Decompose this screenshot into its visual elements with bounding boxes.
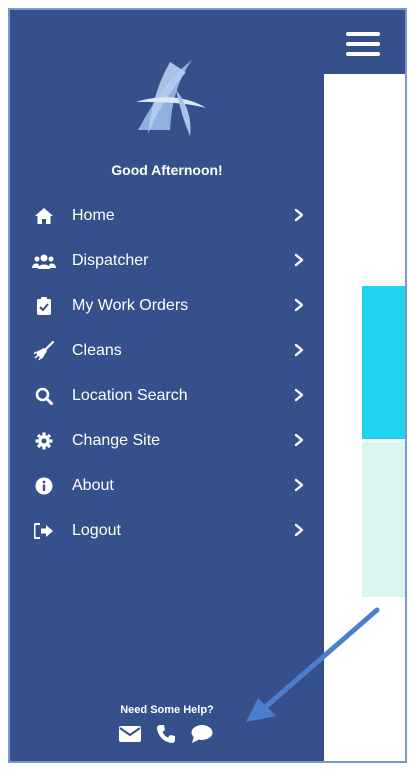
chevron-right-icon <box>294 298 304 312</box>
menu-item-home[interactable]: Home <box>10 193 324 238</box>
menu-item-label: Dispatcher <box>72 251 149 269</box>
menu-item-cleans[interactable]: Cleans <box>10 328 324 373</box>
menu-item-label: Change Site <box>72 431 161 449</box>
greeting-text: Good Afternoon! <box>111 162 223 178</box>
chevron-right-icon <box>294 388 304 402</box>
users-icon <box>32 251 56 271</box>
menu-item-label: Cleans <box>72 341 122 359</box>
navigation-drawer: Good Afternoon! Home Dispatcher My Work … <box>10 10 324 761</box>
chevron-right-icon <box>294 253 304 267</box>
main-content-peek <box>324 10 405 761</box>
chat-icon[interactable] <box>190 723 214 745</box>
search-icon <box>32 386 56 406</box>
menu-item-dispatcher[interactable]: Dispatcher <box>10 238 324 283</box>
content-card <box>362 286 405 439</box>
menu-item-label: My Work Orders <box>72 296 189 314</box>
chevron-right-icon <box>294 208 304 222</box>
menu-item-my-work-orders[interactable]: My Work Orders <box>10 283 324 328</box>
hamburger-icon[interactable] <box>346 32 380 56</box>
broom-icon <box>32 340 56 361</box>
envelope-icon[interactable] <box>118 723 142 745</box>
menu-item-label: Home <box>72 206 115 224</box>
info-icon <box>32 476 56 496</box>
sign-out-icon <box>32 521 56 541</box>
chevron-right-icon <box>294 478 304 492</box>
help-contact-icons <box>118 723 214 745</box>
screenshot-frame: Good Afternoon! Home Dispatcher My Work … <box>8 8 407 763</box>
menu-item-logout[interactable]: Logout <box>10 508 324 553</box>
menu-item-label: About <box>72 476 114 494</box>
chevron-right-icon <box>294 343 304 357</box>
menu-item-about[interactable]: About <box>10 463 324 508</box>
home-icon <box>32 206 56 226</box>
menu-item-label: Logout <box>72 521 121 539</box>
chevron-right-icon <box>294 433 304 447</box>
menu-item-change-site[interactable]: Change Site <box>10 418 324 463</box>
phone-icon[interactable] <box>154 723 178 745</box>
gear-icon <box>32 431 56 451</box>
menu-item-label: Location Search <box>72 386 188 404</box>
help-title: Need Some Help? <box>120 704 214 716</box>
clipboard-check-icon <box>32 296 56 316</box>
menu-item-location-search[interactable]: Location Search <box>10 373 324 418</box>
header-bar <box>324 10 405 74</box>
chevron-right-icon <box>294 523 304 537</box>
drawer-menu: Home Dispatcher My Work Orders Cleans Lo… <box>10 193 324 553</box>
content-card <box>362 442 405 597</box>
app-logo <box>136 60 206 136</box>
